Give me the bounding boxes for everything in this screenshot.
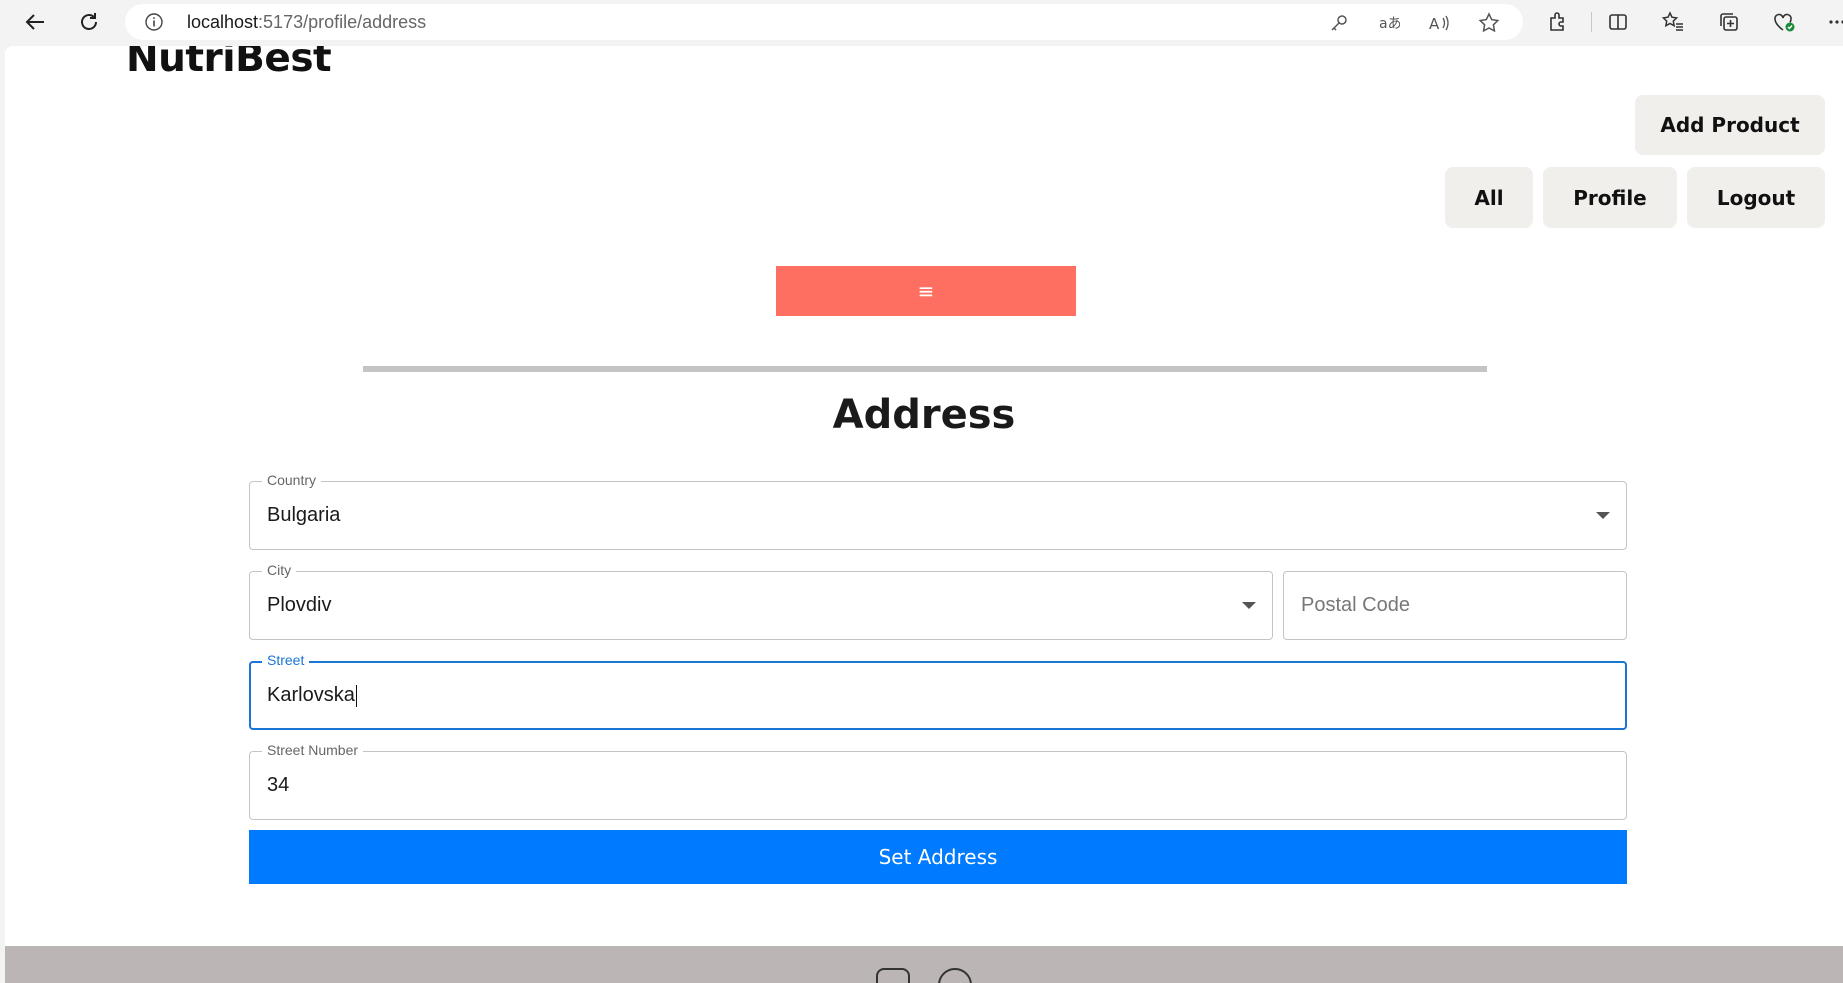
city-value: Plovdiv (267, 594, 332, 616)
svg-text:A: A (1429, 15, 1440, 33)
favorites-icon[interactable] (1660, 9, 1686, 35)
street-input-wrap[interactable]: Karlovska (267, 663, 357, 728)
toolbar-separator (1591, 12, 1592, 32)
hamburger-icon: ≡ (917, 279, 935, 303)
collections-icon[interactable] (1716, 9, 1742, 35)
password-key-icon[interactable] (1328, 12, 1350, 34)
url-path: :5173/profile/address (258, 12, 427, 32)
nav-profile-button[interactable]: Profile (1543, 167, 1677, 228)
set-address-button[interactable]: Set Address (249, 830, 1627, 884)
extensions-icon[interactable] (1545, 9, 1571, 35)
city-select[interactable]: City Plovdiv (249, 562, 1273, 640)
street-value: Karlovska (267, 684, 355, 706)
nav-all-button[interactable]: All (1445, 167, 1533, 228)
translate-icon[interactable]: aあ (1378, 12, 1400, 34)
favorite-star-icon[interactable] (1478, 12, 1500, 34)
page-viewport: NutriBest Add Product All Profile Logout… (5, 46, 1843, 983)
add-product-button[interactable]: Add Product (1635, 95, 1825, 155)
country-select[interactable]: Country Bulgaria (249, 472, 1627, 550)
refresh-icon[interactable] (72, 6, 106, 38)
text-caret (355, 684, 357, 707)
dropdown-arrow-icon (1242, 601, 1256, 609)
address-bar[interactable]: localhost:5173/profile/address aあ A (125, 4, 1523, 40)
url-host: localhost (187, 12, 259, 32)
back-icon[interactable] (18, 6, 52, 38)
browser-toolbar: localhost:5173/profile/address aあ A (0, 0, 1843, 44)
postal-code-placeholder: Postal Code (1301, 594, 1410, 616)
footer (5, 946, 1843, 983)
street-number-value: 34 (267, 774, 290, 796)
instagram-icon[interactable] (876, 968, 910, 983)
section-divider (363, 366, 1487, 372)
site-info-icon[interactable] (145, 13, 163, 35)
social-circle-icon[interactable] (938, 968, 972, 983)
street-number-field[interactable]: Street Number 34 (249, 742, 1627, 820)
svg-text:aあ: aあ (1379, 16, 1400, 32)
postal-code-field[interactable]: Postal Code (1283, 571, 1627, 640)
street-field[interactable]: Street Karlovska (249, 652, 1627, 730)
nav-logout-button[interactable]: Logout (1687, 167, 1825, 228)
more-options-icon[interactable] (1824, 9, 1843, 35)
split-screen-icon[interactable] (1605, 9, 1631, 35)
browser-essentials-icon[interactable] (1771, 9, 1797, 35)
read-aloud-icon[interactable]: A (1428, 12, 1450, 34)
brand-logo[interactable]: NutriBest (126, 46, 332, 81)
country-value: Bulgaria (267, 504, 341, 526)
hamburger-menu-button[interactable]: ≡ (776, 266, 1076, 316)
url-text[interactable]: localhost:5173/profile/address (187, 4, 426, 40)
page-title: Address (832, 392, 1016, 438)
dropdown-arrow-icon (1596, 511, 1610, 519)
